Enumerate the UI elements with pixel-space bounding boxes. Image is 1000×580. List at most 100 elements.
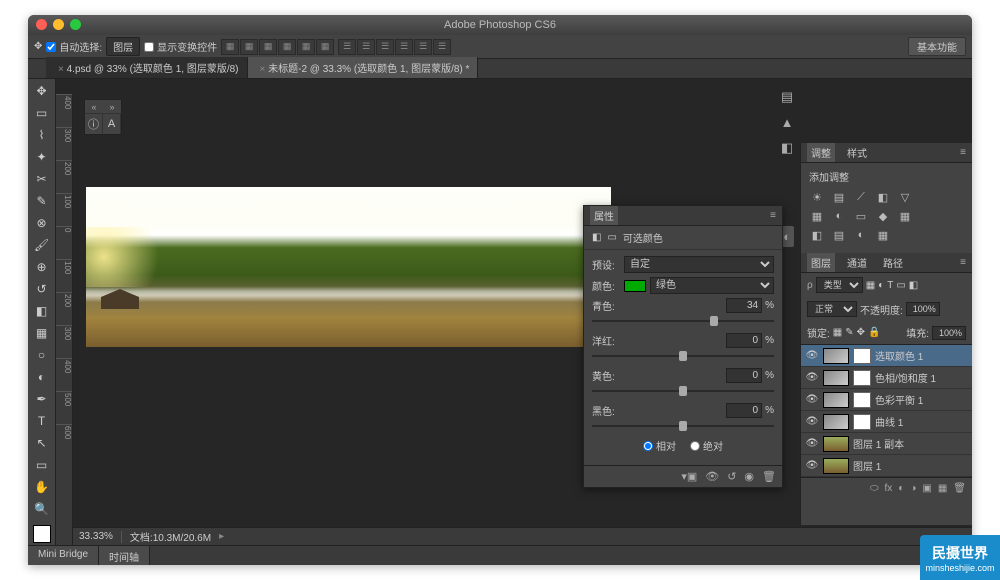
styles-tab[interactable]: 样式 <box>843 143 871 162</box>
adjustments-tab[interactable]: 调整 <box>807 143 835 162</box>
mask-icon[interactable]: ◐ <box>898 483 904 494</box>
hue-icon[interactable]: ▦ <box>809 209 825 223</box>
adjustment-layer-icon[interactable]: ◑ <box>910 483 916 494</box>
filter-shape-icon[interactable]: ▭ <box>896 280 905 291</box>
crop-tool[interactable]: ✂ <box>31 169 53 189</box>
blend-mode-select[interactable]: 正常 <box>807 301 857 317</box>
fill-value[interactable]: 100% <box>932 326 966 340</box>
align-icon[interactable]: ▦ <box>259 39 277 55</box>
distribute-icon[interactable]: ☰ <box>376 39 394 55</box>
brush-tool[interactable]: 🖌 <box>31 235 53 255</box>
gradient-tool[interactable]: ▦ <box>31 323 53 343</box>
layer-row[interactable]: 👁 色彩平衡 1 <box>801 389 972 411</box>
align-icon[interactable]: ▦ <box>297 39 315 55</box>
channel-mixer-icon[interactable]: ◆ <box>875 209 891 223</box>
wand-tool[interactable]: ✦ <box>31 147 53 167</box>
pen-tool[interactable]: ✒ <box>31 389 53 409</box>
blur-tool[interactable]: ○ <box>31 345 53 365</box>
close-tab-icon[interactable]: × <box>260 64 266 75</box>
slider-value[interactable]: 0 <box>726 333 762 348</box>
photo-filter-icon[interactable]: ▭ <box>853 209 869 223</box>
lock-icon[interactable]: ▦ <box>833 327 842 338</box>
lookup-icon[interactable]: ▦ <box>897 209 913 223</box>
filter-adj-icon[interactable]: ◐ <box>878 280 884 291</box>
clip-icon[interactable]: ▾▣ <box>681 470 697 483</box>
posterize-icon[interactable]: ▤ <box>831 228 847 242</box>
panel-menu-icon[interactable]: ≡ <box>770 210 776 221</box>
layer-thumb[interactable] <box>823 458 849 474</box>
panel-menu-icon[interactable]: ≡ <box>960 147 966 158</box>
lock-icon[interactable]: ✥ <box>857 327 865 338</box>
delete-icon[interactable]: 🗑 <box>762 470 776 483</box>
link-layers-icon[interactable]: ⬭ <box>870 483 879 494</box>
layer-thumb[interactable] <box>823 436 849 452</box>
group-icon[interactable]: ▣ <box>922 483 931 494</box>
filter-type-icon[interactable]: T <box>887 280 893 291</box>
delete-layer-icon[interactable]: 🗑 <box>953 483 966 494</box>
zoom-level[interactable]: 33.33% <box>79 531 113 542</box>
color-swatches[interactable] <box>33 525 51 543</box>
preset-select[interactable]: 自定 <box>624 256 774 273</box>
layer-thumb[interactable] <box>823 414 849 430</box>
type-icon[interactable]: A <box>103 114 121 134</box>
view-prev-icon[interactable]: 👁 <box>705 470 719 483</box>
healing-tool[interactable]: ⊗ <box>31 213 53 233</box>
layer-mask[interactable] <box>853 348 871 364</box>
toggle-icon[interactable]: ◉ <box>744 470 754 483</box>
close-tab-icon[interactable]: × <box>58 64 64 75</box>
auto-select-checkbox[interactable]: 自动选择: <box>46 39 102 54</box>
slider-track[interactable] <box>592 350 774 362</box>
visibility-icon[interactable]: 👁 <box>805 372 819 383</box>
align-icon[interactable]: ▦ <box>240 39 258 55</box>
close-window-icon[interactable] <box>36 19 47 30</box>
visibility-icon[interactable]: 👁 <box>805 416 819 427</box>
new-layer-icon[interactable]: ▦ <box>938 483 947 494</box>
levels-icon[interactable]: ▤ <box>831 190 847 204</box>
align-icon[interactable]: ▦ <box>221 39 239 55</box>
lock-icon[interactable]: ✎ <box>845 327 853 338</box>
layer-mask[interactable] <box>853 414 871 430</box>
layer-mask[interactable] <box>853 392 871 408</box>
history-icon[interactable]: ▤ <box>781 89 793 105</box>
distribute-icon[interactable]: ☰ <box>433 39 451 55</box>
invert-icon[interactable]: ◧ <box>809 228 825 242</box>
marquee-tool[interactable]: ▭ <box>31 103 53 123</box>
align-icon[interactable]: ▦ <box>278 39 296 55</box>
distribute-icon[interactable]: ☰ <box>338 39 356 55</box>
relative-radio[interactable]: 相对 <box>643 438 676 453</box>
layer-thumb[interactable] <box>823 370 849 386</box>
threshold-icon[interactable]: ◐ <box>853 228 869 242</box>
filter-smart-icon[interactable]: ◧ <box>909 280 918 291</box>
history-brush-tool[interactable]: ↺ <box>31 279 53 299</box>
character-mini-panel[interactable]: «» ⓘA <box>84 99 122 135</box>
document-tab[interactable]: × 4.psd @ 33% (选取颜色 1, 图层蒙版/8) <box>46 57 248 78</box>
fx-icon[interactable]: fx <box>885 483 893 494</box>
layer-row[interactable]: 👁 图层 1 <box>801 455 972 477</box>
selective-color-icon[interactable]: ▦ <box>875 228 891 242</box>
slider-track[interactable] <box>592 315 774 327</box>
type-tool[interactable]: T <box>31 411 53 431</box>
visibility-icon[interactable]: 👁 <box>805 460 819 471</box>
navigator-icon[interactable]: ◧ <box>781 140 793 156</box>
document-canvas[interactable] <box>86 187 611 347</box>
layer-row[interactable]: 👁 选取颜色 1 <box>801 345 972 367</box>
lock-icon[interactable]: 🔒 <box>868 327 880 338</box>
hand-tool[interactable]: ✋ <box>31 477 53 497</box>
panel-menu-icon[interactable]: ≡ <box>960 257 966 268</box>
move-tool[interactable]: ✥ <box>31 81 53 101</box>
distribute-icon[interactable]: ☰ <box>395 39 413 55</box>
slider-value[interactable]: 34 <box>726 298 762 313</box>
stamp-tool[interactable]: ⊕ <box>31 257 53 277</box>
path-tool[interactable]: ↖ <box>31 433 53 453</box>
channels-tab[interactable]: 通道 <box>843 253 871 272</box>
reset-icon[interactable]: ↺ <box>727 470 736 483</box>
paths-tab[interactable]: 路径 <box>879 253 907 272</box>
timeline-tab[interactable]: 时间轴 <box>99 546 150 565</box>
visibility-icon[interactable]: 👁 <box>805 438 819 449</box>
layer-row[interactable]: 👁 图层 1 副本 <box>801 433 972 455</box>
visibility-icon[interactable]: 👁 <box>805 350 819 361</box>
layer-row[interactable]: 👁 色相/饱和度 1 <box>801 367 972 389</box>
eraser-tool[interactable]: ◧ <box>31 301 53 321</box>
doc-size[interactable]: 文档:10.3M/20.6M <box>130 529 211 544</box>
dodge-tool[interactable]: ◐ <box>31 367 53 387</box>
